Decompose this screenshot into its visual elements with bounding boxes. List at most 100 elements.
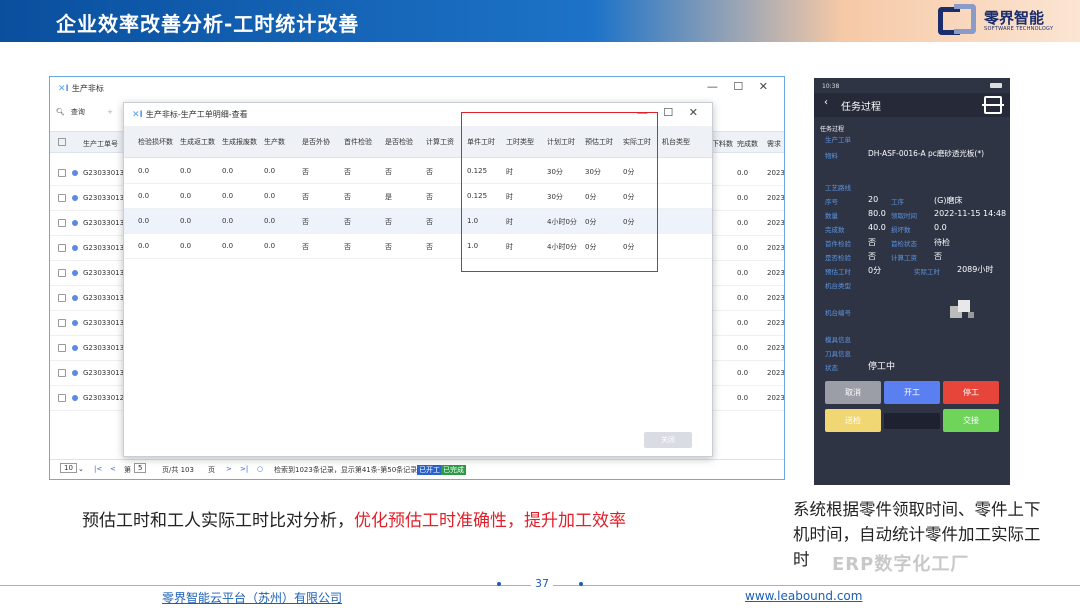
blank-slot	[884, 413, 940, 429]
proc-value: (G)磨床	[934, 196, 963, 205]
scan-icon[interactable]	[982, 96, 1004, 114]
row-checkbox[interactable]	[58, 394, 66, 402]
phone-header: ‹ 任务过程	[814, 93, 1010, 117]
state-value: 停工中	[868, 362, 896, 372]
table-cell: 否	[344, 193, 351, 201]
seq-value: 20	[868, 195, 879, 204]
phone-status-time: 10:38	[822, 83, 840, 90]
select-all-checkbox[interactable]	[58, 138, 66, 146]
column-header: 首件检验	[344, 138, 372, 146]
row-checkbox[interactable]	[58, 169, 66, 177]
pagination-bar: 10 ⌄ |< < 第 5 页/共 103 页 > >| ○ 检索到1023条记…	[50, 459, 784, 479]
row-checkbox[interactable]	[58, 319, 66, 327]
table-cell: 0.0	[180, 242, 192, 250]
row-checkbox[interactable]	[58, 194, 66, 202]
chevron-down-icon[interactable]: ⌄	[78, 465, 84, 473]
caption-highlight: 优化预估工时准确性，提升加工效率	[354, 511, 626, 531]
footer-dot	[497, 582, 501, 586]
table-cell: 0.0	[264, 192, 276, 200]
brand-subtitle: SOFTWARE TECHNOLOGY	[984, 26, 1054, 32]
estimated-hours-label: 预估工时	[825, 268, 851, 276]
add-icon[interactable]: +	[107, 108, 113, 116]
brand-name: 零界智能	[984, 9, 1045, 27]
stop-work-button[interactable]: 停工	[943, 381, 999, 404]
refresh-icon[interactable]: ○	[257, 465, 263, 473]
table-cell: 0.0	[222, 192, 234, 200]
status-dot-icon	[72, 320, 78, 326]
row-checkbox[interactable]	[58, 219, 66, 227]
table-cell: 否	[302, 193, 309, 201]
page-size-select[interactable]: 10	[60, 463, 77, 473]
row-checkbox[interactable]	[58, 294, 66, 302]
wage-label: 计算工资	[891, 254, 917, 262]
send-inspect-button[interactable]: 送检	[825, 409, 881, 432]
first-page-icon[interactable]: |<	[94, 465, 102, 473]
table-cell: 否	[344, 218, 351, 226]
machine-type-label: 机台类型	[825, 282, 851, 290]
search-button[interactable]: 查询	[71, 108, 85, 116]
next-page-icon[interactable]: >	[226, 465, 232, 473]
finished-value: 40.0	[868, 223, 886, 232]
status-dot-icon	[72, 195, 78, 201]
table-cell: 否	[426, 168, 433, 176]
app-logo-icon: ✕I	[132, 110, 143, 120]
column-header-feed: 下料数	[712, 140, 733, 148]
actual-hours-value: 2089小时	[957, 265, 994, 274]
table-cell: 0.0	[264, 242, 276, 250]
last-page-icon[interactable]: >|	[240, 465, 248, 473]
row-checkbox[interactable]	[58, 344, 66, 352]
table-cell: 0.0	[138, 242, 150, 250]
column-header-demand: 需求	[767, 140, 781, 148]
status-dot-icon	[72, 270, 78, 276]
app-logo-icon: ✕I	[58, 84, 69, 94]
handover-button[interactable]: 交接	[943, 409, 999, 432]
back-arrow-icon[interactable]: ‹	[824, 97, 828, 108]
slide-header: 企业效率改善分析-工时统计改善 零界智能 SOFTWARE TECHNOLOGY	[0, 0, 1080, 42]
table-cell: 0.0	[138, 192, 150, 200]
finished-label: 完成数	[825, 226, 845, 234]
status-dot-icon	[72, 245, 78, 251]
column-header: 机台类型	[662, 138, 690, 146]
close-button[interactable]: 关闭	[644, 432, 692, 448]
row-checkbox[interactable]	[58, 269, 66, 277]
table-cell: 否	[385, 243, 392, 251]
brand-logo-icon	[938, 4, 978, 40]
toolbar: 🔍︎ 查询 +	[56, 107, 113, 117]
table-cell: 否	[302, 168, 309, 176]
table-cell: 否	[385, 168, 392, 176]
window-controls[interactable]: — ☐ ✕	[707, 80, 774, 93]
table-cell: 0.0	[222, 217, 234, 225]
table-cell: 0.0	[222, 242, 234, 250]
footer-company[interactable]: 零界智能云平台（苏州）有限公司	[162, 589, 342, 606]
table-cell: 0.0	[222, 167, 234, 175]
damaged-value: 0.0	[934, 223, 947, 232]
record-info: 检索到1023条记录，显示第41条-第50条记录	[274, 466, 418, 474]
status-dot-icon	[72, 295, 78, 301]
work-order-label: 生产工单	[825, 136, 851, 144]
prev-page-icon[interactable]: <	[110, 465, 116, 473]
damaged-label: 损坏数	[891, 226, 911, 234]
status-badge: 已完成	[441, 465, 466, 475]
status-dot-icon	[72, 345, 78, 351]
page-input[interactable]: 5	[134, 463, 147, 473]
column-header: 生成报废数	[222, 138, 257, 146]
start-work-button[interactable]: 开工	[884, 381, 940, 404]
first-check-label: 首件检验	[825, 240, 851, 248]
seq-label: 序号	[825, 198, 838, 206]
slide-title: 企业效率改善分析-工时统计改善	[56, 12, 360, 36]
table-cell: 否	[302, 218, 309, 226]
footer-dot	[579, 582, 583, 586]
table-cell: 0.0	[180, 192, 192, 200]
row-checkbox[interactable]	[58, 244, 66, 252]
status-dot-icon	[72, 370, 78, 376]
battery-icon	[990, 83, 1002, 88]
search-icon[interactable]: 🔍︎	[56, 108, 65, 116]
footer-website[interactable]: www.leabound.com	[745, 589, 862, 603]
proc-label: 工序	[891, 198, 904, 206]
table-cell: 0.0	[264, 167, 276, 175]
page-unit: 页	[208, 466, 215, 474]
cancel-button[interactable]: 取消	[825, 381, 881, 404]
row-checkbox[interactable]	[58, 369, 66, 377]
route-label: 工艺路线	[825, 184, 851, 192]
table-cell: 0.0	[264, 217, 276, 225]
